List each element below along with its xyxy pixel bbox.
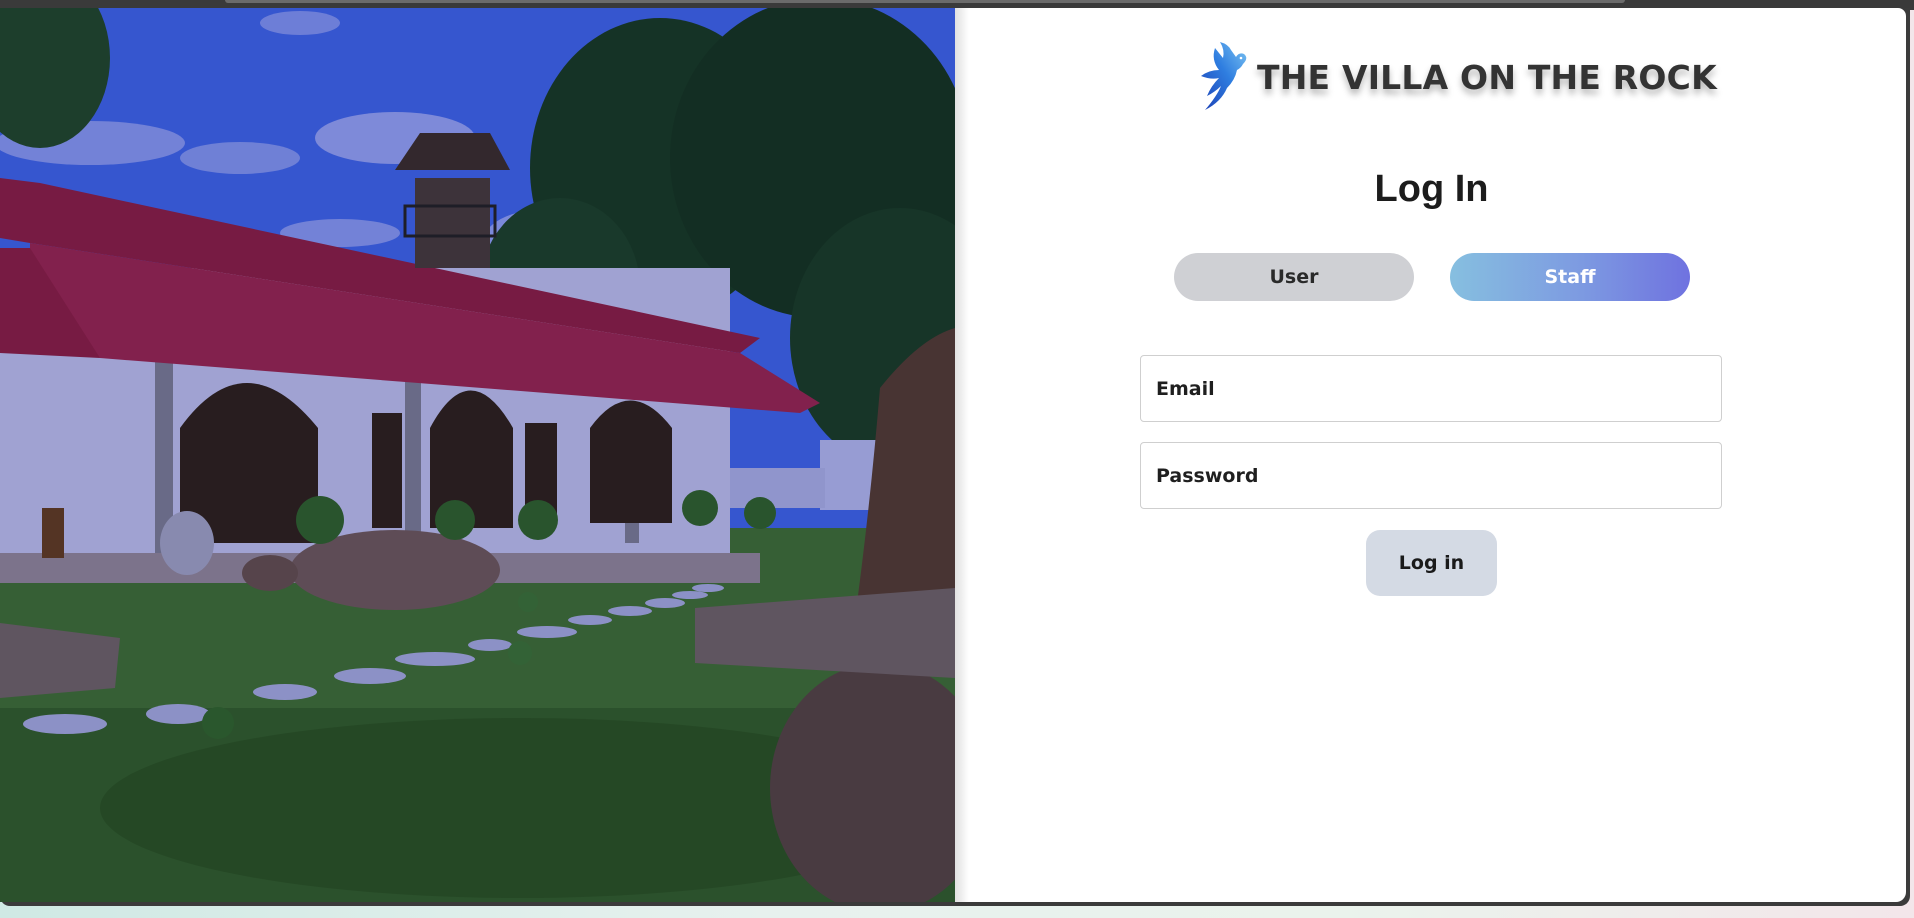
staff-role-button[interactable]: Staff [1450,253,1690,301]
panel-divider-shadow [955,8,969,902]
page-title: Log In [1374,168,1489,210]
login-card: THE VILLA ON THE ROCK Log In User Staff … [0,8,1906,902]
brand-header: THE VILLA ON THE ROCK [1195,40,1717,114]
email-field-container [1140,355,1722,422]
villa-exterior-photo [0,8,955,902]
window-frame: THE VILLA ON THE ROCK Log In User Staff … [0,8,1910,906]
password-field-container [1140,442,1722,509]
email-input[interactable] [1141,356,1721,421]
brand-name: THE VILLA ON THE ROCK [1257,57,1717,97]
password-input[interactable] [1141,443,1721,508]
bird-icon [1201,42,1247,110]
window-top-highlight [225,0,1625,3]
user-role-button[interactable]: User [1174,253,1414,301]
photo-tint-overlay [0,8,955,902]
login-button[interactable]: Log in [1366,530,1497,596]
